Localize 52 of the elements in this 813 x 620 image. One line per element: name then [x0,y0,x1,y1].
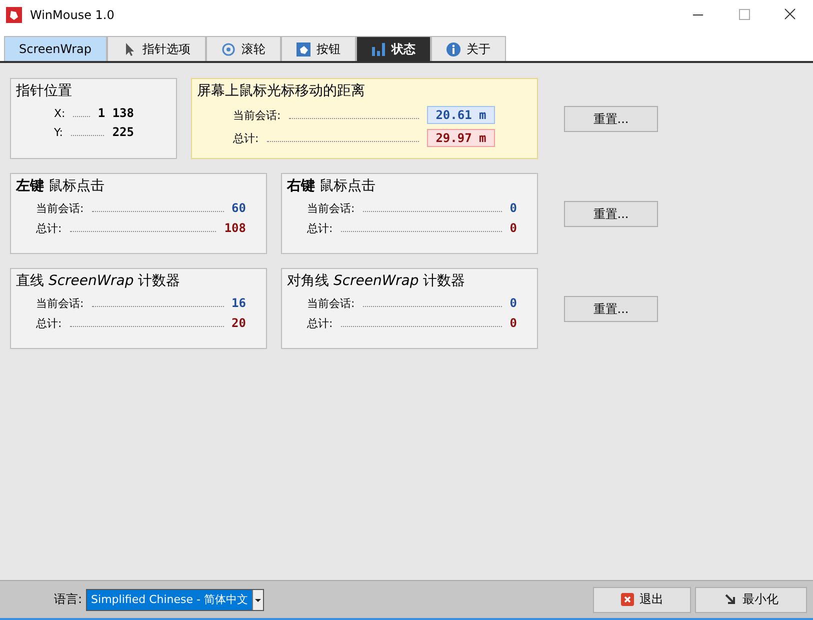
stat-label: X: [54,107,66,120]
stat-label: 当前会话: [307,201,355,216]
panel-title: 左键 鼠标点击 [16,177,106,195]
panel-title: 指针位置 [16,82,73,100]
stat-value: 0 [510,221,517,235]
arrow-icon [724,593,736,606]
stat-value: 225 [112,125,134,139]
tab[interactable]: 状态 [356,36,430,61]
bar-chart-icon [370,42,386,56]
stat-label: 总计: [36,221,62,236]
stat-value: 0 [510,201,517,215]
stat-label: 当前会话: [36,296,84,311]
stat-label: 总计: [36,316,62,331]
stat-value: 0 [510,316,517,330]
stat-label: 当前会话: [307,296,355,311]
panel-title: 对角线 ScreenWrap 计数器 [287,272,466,290]
panel-title: 屏幕上鼠标光标移动的距离 [197,82,366,100]
stat-value: 29.97 m [427,129,495,147]
reset-button[interactable]: 重置... [564,296,658,322]
stat-label: 总计: [307,316,333,331]
tab[interactable]: 指针选项 [106,36,206,61]
stat-label: 总计: [233,131,259,146]
window-title: WinMouse 1.0 [30,8,116,22]
caret-icon [252,590,263,610]
tab[interactable]: 按钮 [280,36,356,61]
stat-label: 当前会话: [233,108,281,123]
panel-title: 右键 鼠标点击 [287,177,376,195]
hand-icon [296,42,310,56]
panel-title: 直线 ScreenWrap 计数器 [16,272,182,290]
stat-value: 20.61 m [427,106,495,124]
stat-label: 总计: [307,221,333,236]
stat-label: Y: [54,126,63,139]
stat-value: 0 [510,296,517,310]
footer-button[interactable]: 最小化 [695,586,807,612]
stat-value: 16 [232,296,246,310]
app-logo-icon [6,6,22,22]
footer-button[interactable]: 退出 [593,586,691,612]
wheel-icon [220,42,236,56]
tab[interactable]: 关于 [430,36,506,61]
info-icon [446,42,460,56]
stat-value: 20 [232,316,246,330]
tab[interactable]: 滚轮 [206,36,280,61]
stat-value: 60 [232,201,246,215]
language-label: 语言: [54,591,82,608]
stat-value: 1 138 [98,106,134,120]
stat-label: 当前会话: [36,201,84,216]
tab[interactable]: ScreenWrap [4,36,106,61]
close-icon [620,593,634,606]
language-dropdown[interactable]: Simplified Chinese - 简体中文 [86,588,264,610]
stat-value: 108 [224,221,246,235]
reset-button[interactable]: 重置... [564,106,658,132]
reset-button[interactable]: 重置... [564,201,658,227]
